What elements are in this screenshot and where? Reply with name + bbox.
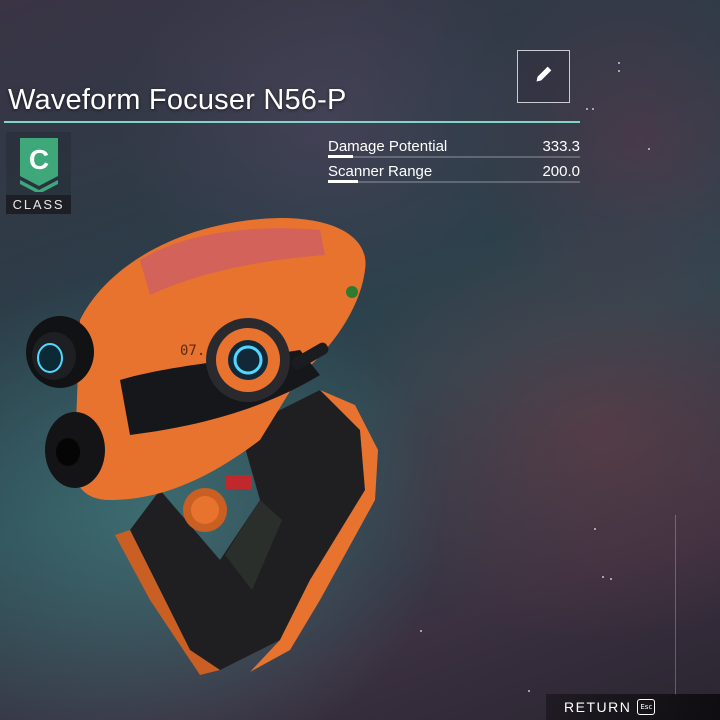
return-button[interactable]: RETURN Esc (546, 694, 720, 720)
title-underline (4, 121, 580, 123)
star-dot (594, 528, 596, 530)
class-badge: C (6, 132, 71, 195)
item-title: Waveform Focuser N56-P (8, 84, 347, 116)
star-dot (618, 62, 620, 64)
return-label: RETURN (564, 699, 632, 715)
star-dot (610, 578, 612, 580)
stat-bar-track (328, 156, 580, 158)
scroll-guide-line (675, 515, 676, 695)
stat-bar-track (328, 181, 580, 183)
multitool-preview[interactable]: 07. (20, 200, 400, 685)
star-dot (592, 108, 594, 110)
stat-bar-fill (328, 155, 354, 158)
stat-value: 200.0 (542, 163, 580, 180)
svg-text:07.: 07. (180, 343, 205, 359)
stat-bar-fill (328, 180, 359, 183)
star-dot (648, 148, 650, 150)
class-letter: C (28, 144, 48, 175)
star-dot (528, 690, 530, 692)
stat-label: Scanner Range (328, 163, 433, 180)
star-dot (602, 576, 604, 578)
class-c-chevron-icon: C (19, 137, 58, 192)
stat-label: Damage Potential (328, 138, 448, 155)
pencil-icon (533, 63, 555, 90)
esc-key-icon: Esc (637, 699, 656, 715)
rename-button[interactable] (517, 50, 570, 103)
scope-lens (37, 343, 63, 373)
star-dot (618, 70, 620, 72)
stat-value: 333.3 (542, 138, 580, 155)
stat-row-scanner: Scanner Range 200.0 (328, 159, 580, 183)
star-dot (586, 108, 588, 110)
star-dot (420, 630, 422, 632)
stat-row-damage: Damage Potential 333.3 (328, 134, 580, 158)
